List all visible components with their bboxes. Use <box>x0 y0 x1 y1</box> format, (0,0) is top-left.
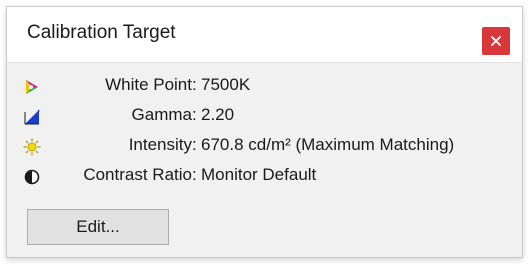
intensity-label: Intensity <box>128 135 192 154</box>
gamma-label: Gamma <box>131 105 192 124</box>
white-point-row: White Point : 7500K <box>7 71 522 99</box>
color-wheel-icon <box>23 77 41 95</box>
title-bar: Calibration Target <box>7 7 522 61</box>
label-separator: : <box>192 135 197 154</box>
gamma-curve-icon <box>23 107 41 125</box>
label-separator: : <box>192 75 197 94</box>
contrast-icon <box>23 167 41 185</box>
white-point-label: White Point <box>105 75 192 94</box>
gamma-row: Gamma : 2.20 <box>7 101 522 129</box>
white-point-value: 7500K <box>201 75 251 94</box>
label-separator: : <box>192 105 197 124</box>
intensity-row: Intensity : 670.8 cd/m² (Maximum Matchin… <box>7 131 522 159</box>
intensity-value: 670.8 cd/m² (Maximum Matching) <box>201 135 455 154</box>
calibration-target-dialog: Calibration Target White Point : 7500K G… <box>6 6 523 258</box>
edit-button[interactable]: Edit... <box>27 209 169 245</box>
close-icon <box>491 36 501 46</box>
sun-icon <box>23 137 41 156</box>
dialog-title: Calibration Target <box>27 22 176 43</box>
gamma-value: 2.20 <box>201 105 235 124</box>
settings-panel: White Point : 7500K Gamma : 2.20 Intensi… <box>7 63 522 257</box>
contrast-ratio-value: Monitor Default <box>201 165 317 184</box>
contrast-ratio-label: Contrast Ratio <box>83 165 192 184</box>
label-separator: : <box>192 165 197 184</box>
close-button[interactable] <box>482 27 510 55</box>
contrast-ratio-row: Contrast Ratio : Monitor Default <box>7 161 522 189</box>
